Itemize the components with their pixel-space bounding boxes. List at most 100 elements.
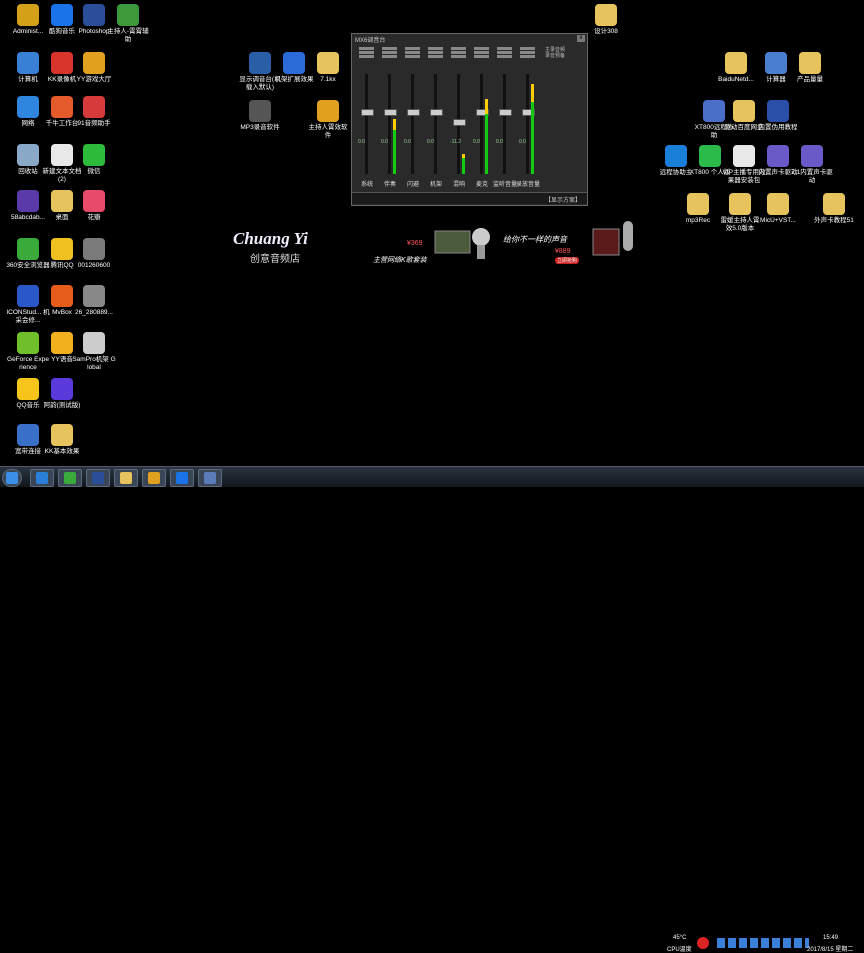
channel-value: 0.0 [404, 139, 411, 145]
desktop-icon[interactable]: 产品量量 [788, 52, 832, 84]
app-icon [51, 4, 73, 26]
desktop-icon-label: 产品量量 [797, 76, 823, 83]
taskbar-start-button[interactable] [2, 469, 22, 487]
clock-time[interactable]: 15:49 [823, 935, 838, 941]
app-icon [17, 144, 39, 166]
app-icon [51, 285, 73, 307]
desktop-icon[interactable]: 花瓣 [72, 190, 116, 222]
channel-value: 0.0 [427, 139, 434, 145]
taskbar-media-button[interactable] [142, 469, 166, 487]
taskbar-kugou-button[interactable] [170, 469, 194, 487]
taskbar-ie-button[interactable] [30, 469, 54, 487]
desktop-icon-label: MP3录音软件 [240, 124, 280, 131]
desktop-icon[interactable]: 阿韵(测试版) [40, 378, 84, 410]
desktop-icon-label: 主持人-霄霄辅助 [107, 28, 149, 43]
desktop-icon-label: 7.1kx [320, 76, 336, 83]
desktop-icon[interactable]: 26_280889... [72, 285, 116, 317]
app-icon [17, 4, 39, 26]
taskbar-photoshop-button[interactable] [86, 469, 110, 487]
channel-buttons[interactable] [381, 47, 398, 67]
tray-icon-red[interactable] [697, 937, 709, 949]
desktop-icon-label: 7.1内置声卡驱动 [791, 169, 833, 184]
taskbar: 45°C CPU温度 15:49 2017/8/15 星期二 [0, 466, 864, 953]
taskbar-360-button[interactable] [58, 469, 82, 487]
desktop-icon[interactable]: 内置伪用教程 [756, 100, 800, 132]
channel-buttons[interactable] [358, 47, 375, 67]
desktop-icon[interactable]: mp3Rec [676, 193, 720, 225]
mixer-window[interactable]: MX6调音台 x 0.0 系统 0.0 伴奏 0.0 闪避 0.0 机架 -11.2 混响 0.0 麦… [351, 33, 588, 206]
channel-buttons[interactable] [519, 47, 536, 67]
app-icon [83, 52, 105, 74]
display-scheme-button[interactable]: 【显示方案】 [545, 195, 581, 204]
app-icon [83, 144, 105, 166]
app-icon [83, 238, 105, 260]
desktop-icon[interactable]: 主持人-霄霄辅助 [106, 4, 150, 43]
tray-icons[interactable] [717, 938, 809, 948]
channel-buttons[interactable] [450, 47, 467, 67]
mixer-channel: -11.2 混响 [450, 46, 467, 188]
desktop-icon-label: mp3Rec [685, 217, 711, 224]
channel-value: 0.0 [496, 139, 503, 145]
app-icon [767, 145, 789, 167]
desktop-icon-label: 外声卡教程51 [814, 217, 854, 224]
fader-track [365, 74, 368, 174]
side-label[interactable]: 录音预备 [545, 53, 565, 59]
mixer-channel: 0.0 闪避 [404, 46, 421, 188]
desktop-icon[interactable]: 微信 [72, 144, 116, 176]
channel-buttons[interactable] [473, 47, 490, 67]
fader-knob[interactable] [453, 119, 466, 126]
start-icon [6, 472, 18, 484]
channel-value: 0.0 [381, 139, 388, 145]
desktop-icon[interactable]: 7.1内置声卡驱动 [790, 145, 834, 184]
app-icon [17, 96, 39, 118]
desktop-icon[interactable]: KK基本效果 [40, 424, 84, 456]
desktop-icon-label: MicU+VST... [760, 217, 796, 224]
app-icon [767, 193, 789, 215]
desktop-icon[interactable]: 主持人霄效软件 [306, 100, 350, 139]
channel-buttons[interactable] [427, 47, 444, 67]
brand-subtitle: 创意音频店 [250, 254, 300, 265]
desktop-icon[interactable]: 7.1kx [306, 52, 350, 84]
app-icon [733, 100, 755, 122]
taskbar-folder-button[interactable] [114, 469, 138, 487]
desktop-icon-label: YY游戏大厅 [76, 76, 112, 83]
channel-buttons[interactable] [404, 47, 421, 67]
folder-icon [120, 472, 132, 484]
wallpaper-banner: Chuang Yi 创意音频店 主营网络K歌套装 ¥369 给你不一样的声音 ¥… [225, 215, 645, 275]
desktop-icon[interactable]: BaiduNetd... [714, 52, 758, 84]
desktop-icon[interactable]: SamPro机架 Global [72, 332, 116, 371]
desktop-icon[interactable]: MP3录音软件 [238, 100, 282, 132]
taskbar-tool-button[interactable] [198, 469, 222, 487]
close-button[interactable]: x [577, 35, 585, 42]
app-icon [799, 52, 821, 74]
fader-knob[interactable] [384, 109, 397, 116]
desktop-icon-label: 设计308 [594, 28, 618, 35]
desktop-icon-label: SamPro机架 Global [72, 356, 116, 371]
desktop-icon-label: 内置伪用教程 [758, 124, 798, 131]
level-meter [531, 84, 534, 174]
desktop-icon[interactable]: YY游戏大厅 [72, 52, 116, 84]
mixer-footer: 【显示方案】 [352, 192, 587, 204]
app-icon [51, 424, 73, 446]
fader-knob[interactable] [499, 109, 512, 116]
desktop-icon[interactable]: 设计308 [584, 4, 628, 36]
360-icon [64, 472, 76, 484]
app-icon [83, 190, 105, 212]
fader-knob[interactable] [430, 109, 443, 116]
sound-card-image [434, 228, 490, 259]
clock-date[interactable]: 2017/8/15 星期二 [807, 944, 853, 953]
app-icon [17, 332, 39, 354]
microphone-image [592, 221, 633, 256]
desktop-icon-label: 主持人霄效软件 [308, 124, 348, 139]
desktop-icon[interactable]: 001260600 [72, 238, 116, 270]
channel-value: 0.0 [519, 139, 526, 145]
channel-buttons[interactable] [496, 47, 513, 67]
app-icon [17, 285, 39, 307]
app-icon [283, 52, 305, 74]
fader-knob[interactable] [407, 109, 420, 116]
desktop-icon[interactable]: MicU+VST... [756, 193, 800, 225]
desktop-icon[interactable]: 外声卡教程51 [812, 193, 856, 225]
app-icon [729, 193, 751, 215]
fader-knob[interactable] [361, 109, 374, 116]
desktop-icon[interactable]: 91音频助手 [72, 96, 116, 128]
